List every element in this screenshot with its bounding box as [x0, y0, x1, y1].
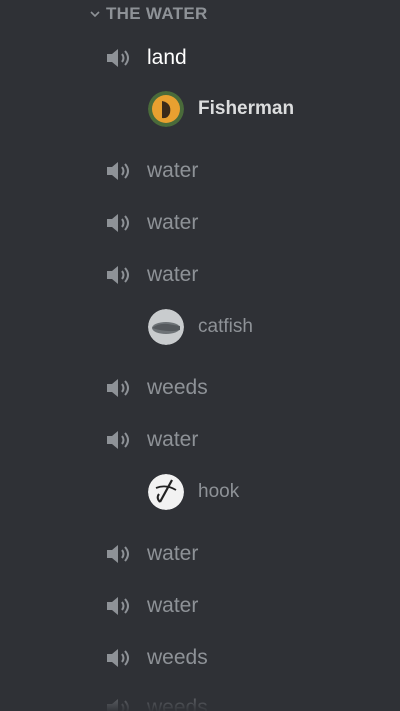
- speaker-icon: [105, 263, 133, 287]
- channel-name: water: [147, 211, 199, 234]
- speaker-icon: [105, 428, 133, 452]
- user-name: hook: [198, 481, 240, 502]
- channel-name: land: [147, 46, 187, 69]
- voice-user-hook[interactable]: hook: [148, 472, 239, 512]
- channel-name: water: [147, 159, 199, 182]
- voice-channel-weeds[interactable]: weeds: [105, 692, 208, 711]
- channel-name: water: [147, 263, 199, 286]
- speaker-icon: [105, 159, 133, 183]
- speaker-icon: [105, 376, 133, 400]
- voice-channel-water[interactable]: water: [105, 207, 198, 239]
- voice-channel-water[interactable]: water: [105, 424, 198, 456]
- speaker-icon: [105, 542, 133, 566]
- voice-user-fisherman[interactable]: Fisherman: [148, 89, 294, 129]
- voice-channel-water[interactable]: water: [105, 538, 198, 570]
- user-name: Fisherman: [198, 98, 295, 119]
- speaker-icon: [105, 646, 133, 670]
- voice-channel-weeds[interactable]: weeds: [105, 642, 208, 674]
- speaker-icon: [105, 696, 133, 711]
- channel-name: weeds: [147, 696, 208, 711]
- category-label: THE WATER: [106, 4, 208, 23]
- channel-name: water: [147, 542, 199, 565]
- fisherman-avatar: [148, 91, 184, 127]
- voice-user-catfish[interactable]: catfish: [148, 307, 253, 347]
- channel-name: water: [147, 594, 199, 617]
- channel-name: water: [147, 428, 199, 451]
- user-name: catfish: [198, 316, 253, 337]
- hook-avatar: [148, 474, 184, 510]
- speaker-icon: [105, 211, 133, 235]
- category-header[interactable]: THE WATER: [90, 3, 208, 25]
- voice-channel-land[interactable]: land: [105, 42, 187, 74]
- voice-channel-weeds[interactable]: weeds: [105, 372, 208, 404]
- channel-name: weeds: [147, 646, 208, 669]
- speaker-icon: [105, 594, 133, 618]
- speaker-icon: [105, 46, 133, 70]
- chevron-down-icon: [90, 9, 100, 19]
- voice-channel-water[interactable]: water: [105, 155, 198, 187]
- channel-name: weeds: [147, 376, 208, 399]
- voice-channel-water[interactable]: water: [105, 259, 198, 291]
- catfish-avatar: [148, 309, 184, 345]
- voice-channel-list: THE WATER land Fisherman water water wat…: [0, 0, 400, 711]
- voice-channel-water[interactable]: water: [105, 590, 198, 622]
